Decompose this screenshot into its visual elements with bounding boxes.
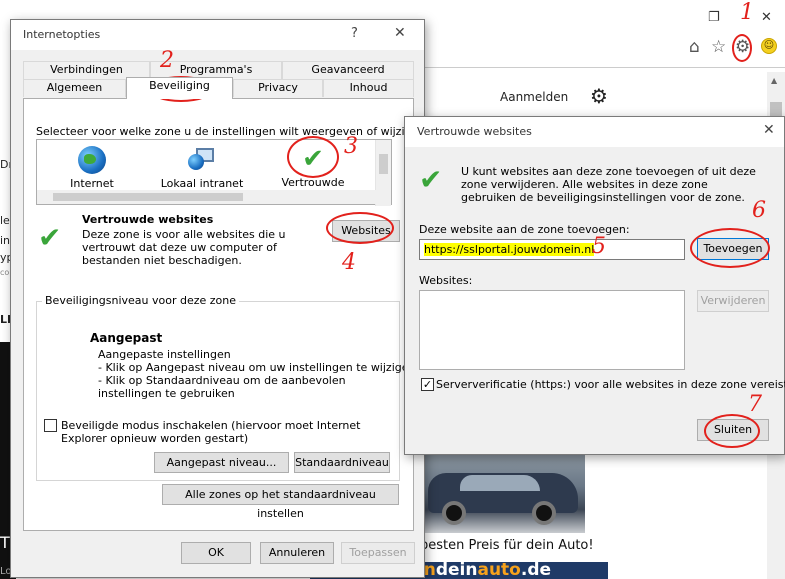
sign-in-link[interactable]: Aanmelden bbox=[500, 90, 568, 104]
annotation-number: 4 bbox=[342, 250, 356, 275]
banner-word: dein bbox=[435, 562, 478, 579]
zone-list[interactable]: Internet Lokaal intranet ✔ Vertrouwde we… bbox=[36, 139, 392, 206]
car-ad-image[interactable] bbox=[420, 455, 585, 533]
help-icon[interactable]: ? bbox=[351, 26, 358, 41]
security-level-desc: - Klik op Aangepast niveau om uw instell… bbox=[98, 361, 416, 374]
site-settings-gear-icon[interactable]: ⚙ bbox=[590, 84, 608, 108]
globe-icon bbox=[55, 142, 129, 177]
annotation-number: 6 bbox=[752, 198, 766, 223]
security-level-desc: Aangepaste instellingen bbox=[98, 348, 231, 361]
tab-geavanceerd[interactable]: Geavanceerd bbox=[282, 61, 414, 79]
browser-chrome bbox=[420, 0, 785, 70]
trusted-sites-checkmark-icon: ✔ bbox=[419, 163, 443, 196]
tab-algemeen[interactable]: Algemeen bbox=[23, 79, 126, 97]
protected-mode-label[interactable]: Beveiligde modus inschakelen (hiervoor m… bbox=[61, 419, 391, 445]
zone-prompt: Selecteer voor welke zone u de instellin… bbox=[36, 125, 429, 138]
dialog-titlebar[interactable]: Internetopties ? ✕ bbox=[11, 20, 424, 50]
security-level-group-title: Beveiligingsniveau voor deze zone bbox=[42, 294, 240, 307]
https-verification-checkbox[interactable]: ✓ bbox=[421, 378, 434, 391]
close-icon[interactable]: ✕ bbox=[394, 25, 406, 41]
ok-button[interactable]: OK bbox=[181, 542, 251, 564]
zone-vertical-scrollbar[interactable] bbox=[375, 140, 391, 206]
websites-listbox[interactable] bbox=[419, 290, 685, 370]
annotation-number: 3 bbox=[344, 134, 358, 159]
home-icon[interactable]: ⌂ bbox=[689, 37, 700, 57]
annotation-number: 2 bbox=[160, 48, 174, 73]
tab-inhoud[interactable]: Inhoud bbox=[323, 79, 414, 97]
zone-horizontal-scrollbar[interactable] bbox=[37, 190, 377, 204]
zone-internet[interactable]: Internet bbox=[55, 142, 129, 190]
trusted-zone-checkmark-icon: ✔ bbox=[38, 221, 62, 254]
cancel-button[interactable]: Annuleren bbox=[260, 542, 334, 564]
reset-all-zones-button[interactable]: Alle zones op het standaardniveau instel… bbox=[162, 484, 399, 520]
apply-button[interactable]: Toepassen bbox=[341, 542, 415, 564]
feedback-smiley-icon[interactable]: ☺ bbox=[761, 38, 777, 54]
close-icon[interactable]: ✕ bbox=[763, 122, 775, 138]
dialog-title: Vertrouwde websites bbox=[417, 125, 532, 138]
annotation-circle bbox=[732, 34, 752, 62]
zone-label: Internet bbox=[70, 177, 114, 190]
ad-caption[interactable]: besten Preis für dein Auto! bbox=[420, 538, 594, 553]
internet-options-dialog: Internetopties ? ✕ Verbindingen Programm… bbox=[10, 19, 429, 578]
protected-mode-checkbox[interactable] bbox=[44, 419, 57, 432]
dialog-title: Internetopties bbox=[23, 28, 101, 41]
banner-word: .de bbox=[520, 562, 552, 579]
default-level-button[interactable]: Standaardniveau bbox=[294, 452, 390, 473]
annotation-circle bbox=[690, 228, 770, 268]
zone-local-intranet[interactable]: Lokaal intranet bbox=[157, 142, 247, 190]
toolbar-divider bbox=[420, 67, 785, 68]
annotation-circle bbox=[326, 212, 394, 244]
add-website-value: https://sslportal.jouwdomein.nl bbox=[424, 243, 595, 256]
tab-beveiliging[interactable]: Beveiliging bbox=[126, 77, 233, 99]
tab-privacy[interactable]: Privacy bbox=[233, 79, 323, 97]
websites-list-label: Websites: bbox=[419, 274, 473, 287]
bg-text-fragment: in bbox=[0, 234, 11, 247]
dialog-titlebar[interactable]: Vertrouwde websites ✕ bbox=[405, 117, 784, 147]
bg-text-fragment: T bbox=[0, 533, 10, 552]
remove-button[interactable]: Verwijderen bbox=[697, 290, 769, 312]
add-website-input[interactable]: https://sslportal.jouwdomein.nl bbox=[419, 239, 685, 260]
scroll-up-arrow-icon[interactable]: ▲ bbox=[771, 76, 777, 85]
intranet-icon bbox=[157, 142, 247, 177]
security-tab-panel: Selecteer voor welke zone u de instellin… bbox=[23, 98, 429, 531]
annotation-number: 7 bbox=[748, 392, 762, 417]
security-level-desc: - Klik op Standaardniveau om de aanbevol… bbox=[98, 374, 346, 400]
trusted-sites-info: U kunt websites aan deze zone toevoegen … bbox=[461, 165, 756, 204]
annotation-number: 1 bbox=[740, 0, 754, 25]
favorites-star-icon[interactable]: ☆ bbox=[711, 37, 726, 57]
trusted-sites-dialog: Vertrouwde websites ✕ ✔ U kunt websites … bbox=[404, 116, 785, 455]
annotation-number: 5 bbox=[592, 234, 606, 259]
banner-word: auto bbox=[477, 562, 521, 579]
annotation-circle bbox=[287, 136, 339, 178]
zone-title: Vertrouwde websites bbox=[82, 213, 214, 226]
https-verification-label[interactable]: Serververificatie (https:) voor alle web… bbox=[436, 378, 785, 391]
zone-label: Lokaal intranet bbox=[160, 177, 244, 190]
custom-level-button[interactable]: Aangepast niveau... bbox=[154, 452, 289, 473]
bg-text-fragment: le bbox=[0, 214, 10, 227]
annotation-circle bbox=[704, 414, 760, 448]
restore-window-icon[interactable]: ❐ bbox=[708, 10, 720, 25]
zone-description: Deze zone is voor alle websites die u ve… bbox=[82, 228, 286, 267]
close-window-icon[interactable]: ✕ bbox=[761, 10, 772, 25]
security-level-name: Aangepast bbox=[90, 331, 163, 345]
